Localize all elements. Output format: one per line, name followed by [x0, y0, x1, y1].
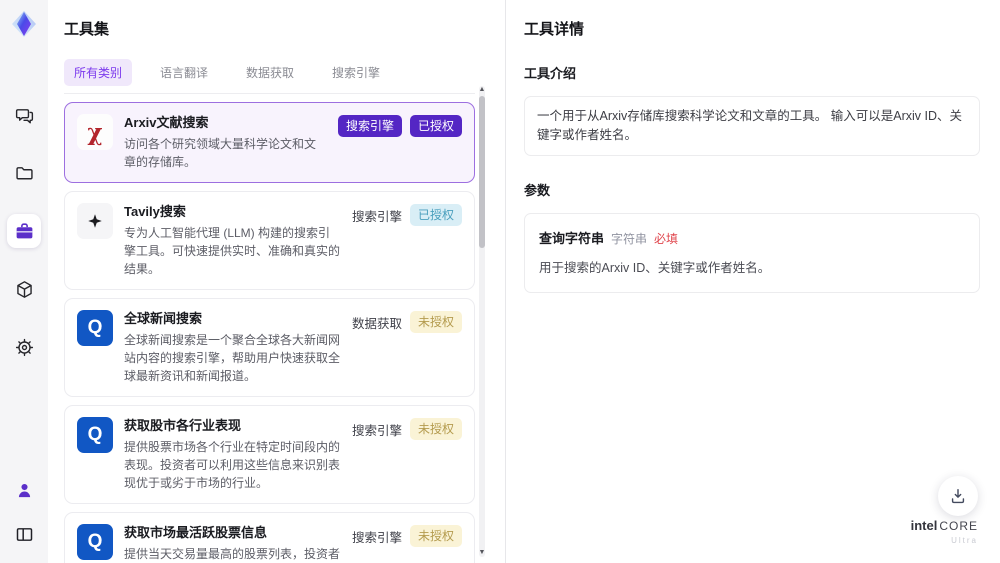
tab-language-translation[interactable]: 语言翻译	[150, 59, 218, 86]
intro-heading: 工具介绍	[524, 66, 577, 81]
tool-name: 获取市场最活跃股票信息	[124, 525, 268, 540]
param-description: 用于搜索的Arxiv ID、关键字或作者姓名。	[539, 261, 771, 275]
toolbox-icon[interactable]	[7, 214, 41, 248]
active-stocks-logo-icon: Q	[77, 524, 113, 560]
icon-rail	[0, 0, 48, 563]
panel-toggle-icon[interactable]	[7, 517, 41, 551]
scrollbar-thumb[interactable]	[479, 96, 485, 248]
intel-brand-text: intel	[910, 518, 938, 533]
tool-description: 提供当天交易量最高的股票列表，投资者可以利用这些信息来识别流动性强的股票和潜在的…	[124, 547, 341, 561]
category-badge: 搜索引擎	[337, 115, 402, 137]
tool-description: 全球新闻搜索是一个聚合全球各大新闻网站内容的搜索引擎，帮助用户快速获取全球最新资…	[124, 333, 341, 383]
ultra-brand-text: Ultra	[951, 536, 978, 545]
page-title: 工具集	[64, 21, 110, 38]
auth-status-badge: 未授权	[409, 311, 462, 333]
category-label: 搜索引擎	[351, 423, 402, 438]
tool-description: 提供股票市场各个行业在特定时间段内的表现。投资者可以利用这些信息来识别表现优于或…	[124, 440, 341, 490]
tool-detail-panel: 工具详情 工具介绍 一个用于从Arxiv存储库搜索科学论文和文章的工具。 输入可…	[505, 0, 1000, 563]
global-news-logo-icon: Q	[77, 310, 113, 346]
auth-status-badge: 未授权	[409, 418, 462, 440]
tavily-star-icon	[77, 203, 113, 239]
tool-card-stock-industry[interactable]: Q 获取股市各行业表现 提供股票市场各个行业在特定时间段内的表现。投资者可以利用…	[64, 405, 475, 504]
arxiv-logo-icon: χ	[77, 114, 113, 150]
scrollbar-track[interactable]: ▲ ▼	[479, 86, 485, 557]
tab-search-engine[interactable]: 搜索引擎	[322, 59, 390, 86]
tool-card-global-news[interactable]: Q 全球新闻搜索 全球新闻搜索是一个聚合全球各大新闻网站内容的搜索引擎，帮助用户…	[64, 298, 475, 397]
tab-data-fetching[interactable]: 数据获取	[236, 59, 304, 86]
app-window: 工具集 所有类别 语言翻译 数据获取 搜索引擎 χ Arxiv文献搜索 访问各个…	[0, 0, 1000, 563]
auth-status-badge: 已授权	[409, 115, 462, 137]
tool-card-active-stocks[interactable]: Q 获取市场最活跃股票信息 提供当天交易量最高的股票列表，投资者可以利用这些信息…	[64, 512, 475, 563]
params-heading: 参数	[524, 183, 551, 198]
core-brand-text: CORE	[939, 519, 978, 533]
scroll-up-arrow-icon[interactable]: ▲	[478, 86, 486, 94]
tool-intro-text: 一个用于从Arxiv存储库搜索科学论文和文章的工具。 输入可以是Arxiv ID…	[524, 96, 980, 156]
stock-industry-logo-icon: Q	[77, 417, 113, 453]
tool-list: χ Arxiv文献搜索 访问各个研究领域大量科学论文和文章的存储库。 搜索引擎 …	[64, 93, 475, 563]
category-label: 搜索引擎	[351, 209, 402, 224]
param-name: 查询字符串	[539, 231, 605, 246]
intel-core-logo: intel CORE Ultra	[911, 519, 978, 547]
tab-all-categories[interactable]: 所有类别	[64, 59, 133, 86]
tool-name: Tavily搜索	[124, 204, 186, 219]
download-icon	[951, 489, 965, 504]
param-required-badge: 必填	[654, 232, 679, 246]
tool-list-panel: 工具集 所有类别 语言翻译 数据获取 搜索引擎 χ Arxiv文献搜索 访问各个…	[48, 0, 505, 563]
download-button[interactable]	[938, 476, 978, 516]
tool-name: Arxiv文献搜索	[124, 115, 209, 130]
category-tabs: 所有类别 语言翻译 数据获取 搜索引擎	[64, 59, 475, 86]
tool-card-arxiv[interactable]: χ Arxiv文献搜索 访问各个研究领域大量科学论文和文章的存储库。 搜索引擎 …	[64, 102, 475, 183]
chat-icon[interactable]	[7, 98, 41, 132]
detail-title: 工具详情	[524, 21, 585, 38]
category-label: 搜索引擎	[351, 530, 402, 545]
user-account-icon[interactable]	[7, 473, 41, 507]
auth-status-badge: 已授权	[409, 204, 462, 226]
auth-status-badge: 未授权	[409, 525, 462, 547]
tool-name: 获取股市各行业表现	[124, 418, 242, 433]
param-card: 查询字符串 字符串 必填 用于搜索的Arxiv ID、关键字或作者姓名。	[524, 213, 980, 293]
tool-name: 全球新闻搜索	[124, 311, 203, 326]
tool-card-tavily[interactable]: Tavily搜索 专为人工智能代理 (LLM) 构建的搜索引擎工具。可快速提供实…	[64, 191, 475, 290]
param-type: 字符串	[611, 232, 648, 246]
cube-icon[interactable]	[7, 272, 41, 306]
category-label: 数据获取	[351, 316, 402, 331]
settings-gear-icon[interactable]	[7, 330, 41, 364]
app-logo-gem-icon	[8, 8, 40, 40]
folder-icon[interactable]	[7, 156, 41, 190]
tool-description: 专为人工智能代理 (LLM) 构建的搜索引擎工具。可快速提供实时、准确和真实的结…	[124, 226, 341, 276]
scroll-down-arrow-icon[interactable]: ▼	[478, 549, 486, 557]
tool-description: 访问各个研究领域大量科学论文和文章的存储库。	[124, 137, 317, 169]
